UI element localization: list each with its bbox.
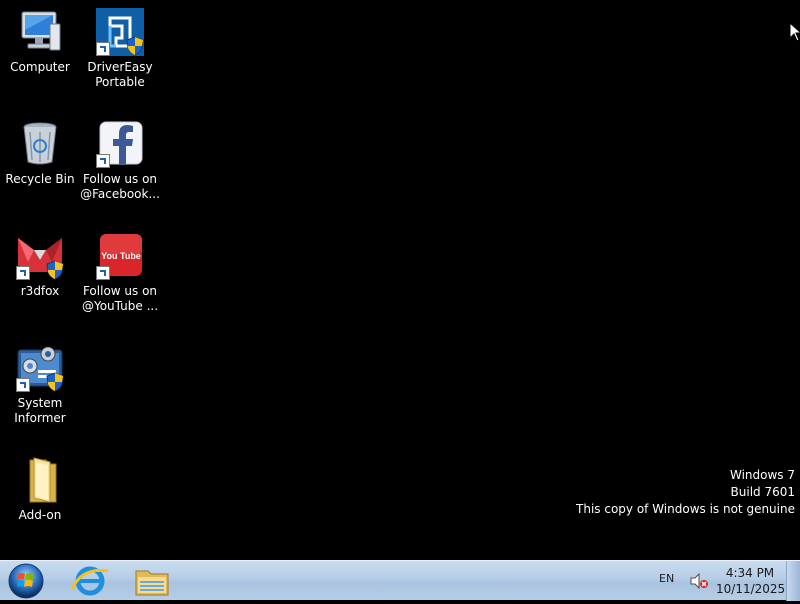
language-indicator[interactable]: EN: [659, 572, 674, 585]
watermark-os: Windows 7: [729, 468, 795, 482]
icon-label: Follow us on @YouTube ...: [81, 284, 159, 313]
shortcut-arrow-icon: [16, 378, 30, 392]
volume-muted-icon[interactable]: [689, 573, 709, 589]
show-desktop-button[interactable]: [786, 561, 800, 601]
watermark-build: Build 7601: [730, 485, 795, 499]
computer-icon: [16, 8, 64, 56]
computer-desktop-icon[interactable]: Computer: [0, 8, 80, 75]
watermark-genuine: This copy of Windows is not genuine: [576, 502, 795, 516]
clock-time: 4:34 PM: [725, 566, 775, 580]
recycle-bin-desktop-icon[interactable]: Recycle Bin: [0, 120, 80, 187]
drivereasy-desktop-icon[interactable]: DriverEasy Portable: [80, 8, 160, 90]
youtube-icon: You Tube: [96, 232, 144, 280]
internet-explorer-icon: [70, 566, 109, 596]
clock[interactable]: 4:34 PM 10/11/2025: [716, 565, 786, 597]
drivereasy-icon: [96, 8, 144, 56]
windows-explorer-taskbar-button[interactable]: [124, 563, 180, 599]
uac-shield-icon: [46, 260, 64, 280]
facebook-shortcut-desktop-icon[interactable]: Follow us on @Facebook...: [80, 120, 160, 202]
r3dfox-icon: [16, 232, 64, 280]
desktop[interactable]: Computer DriverEasy Portable Recycle Bin…: [0, 0, 800, 560]
shortcut-arrow-icon: [16, 266, 30, 280]
windows-explorer-icon: [135, 570, 169, 596]
windows-watermark: Windows 7 Build 7601 This copy of Window…: [576, 467, 795, 518]
youtube-logo-text: You Tube: [101, 251, 141, 261]
r3dfox-desktop-icon[interactable]: r3dfox: [0, 232, 80, 299]
recycle-bin-icon: [16, 120, 64, 168]
uac-shield-icon: [126, 36, 144, 56]
icon-label: r3dfox: [20, 284, 60, 298]
folder-icon: [16, 456, 64, 504]
uac-shield-icon: [46, 372, 64, 392]
taskbar: EN 4:34 PM 10/11/2025: [0, 560, 800, 601]
mouse-pointer-icon: [789, 22, 800, 42]
icon-label: Add-on: [18, 508, 62, 522]
shortcut-arrow-icon: [96, 154, 110, 168]
shortcut-arrow-icon: [96, 266, 110, 280]
icon-label: Computer: [10, 60, 70, 74]
system-informer-icon: [16, 344, 64, 392]
youtube-shortcut-desktop-icon[interactable]: You Tube Follow us on @YouTube ...: [80, 232, 160, 314]
facebook-icon: [96, 120, 144, 168]
icon-label: System Informer: [14, 396, 66, 425]
icon-label: Follow us on @Facebook...: [80, 172, 160, 201]
icon-label: Recycle Bin: [5, 172, 75, 186]
start-button[interactable]: [6, 562, 46, 600]
shortcut-arrow-icon: [96, 42, 110, 56]
clock-date: 10/11/2025: [716, 582, 786, 596]
system-informer-desktop-icon[interactable]: System Informer: [0, 344, 80, 426]
icon-label: DriverEasy Portable: [87, 60, 153, 89]
windows-start-orb-icon: [8, 563, 44, 599]
add-on-folder-desktop-icon[interactable]: Add-on: [0, 456, 80, 523]
internet-explorer-taskbar-button[interactable]: [62, 563, 118, 599]
